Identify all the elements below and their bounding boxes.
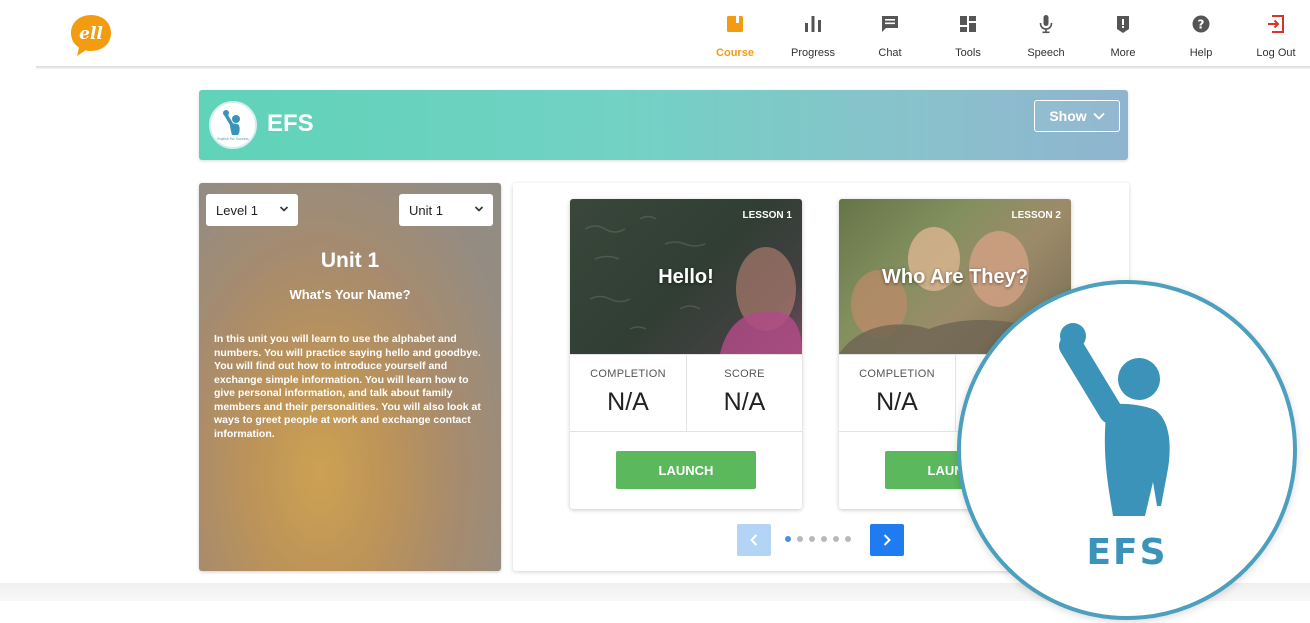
lesson-1-image: LESSON 1 Hello! — [570, 199, 802, 354]
banner-title: EFS — [267, 110, 314, 137]
show-button[interactable]: Show — [1034, 100, 1120, 132]
top-navbar: ell Course Progress Chat Tools Speech Mo… — [0, 0, 1310, 69]
completion-value: N/A — [876, 388, 918, 416]
pager-dot[interactable] — [797, 536, 803, 542]
chevron-right-icon — [883, 534, 891, 546]
score-label: SCORE — [724, 368, 765, 380]
nav-help-label: Help — [1189, 47, 1213, 59]
completion-label: COMPLETION — [590, 368, 666, 380]
chevron-down-icon — [1093, 112, 1105, 120]
microphone-icon — [1039, 15, 1053, 34]
logout-icon — [1268, 15, 1284, 33]
lesson-title: Hello! — [658, 266, 714, 288]
nav-logout[interactable]: Log Out — [1246, 14, 1306, 64]
tools-icon — [960, 16, 976, 32]
completion-value: N/A — [607, 388, 649, 416]
pager-dot[interactable] — [821, 536, 827, 542]
nav-course-label: Course — [716, 47, 754, 59]
unit-subtitle: What's Your Name? — [289, 287, 411, 302]
pager-dots — [785, 536, 851, 542]
efs-person-icon: English For Success — [217, 110, 249, 141]
lesson-number: LESSON 1 — [742, 210, 792, 221]
score-stat: SCORE N/A — [686, 355, 802, 431]
nav-more-label: More — [1110, 47, 1136, 59]
unit-description: In this unit you will learn to use the a… — [214, 333, 481, 440]
unit-card: Level 1 Unit 1 Unit 1 What's Your Name? … — [199, 183, 501, 571]
nav-chat[interactable]: Chat — [860, 14, 920, 64]
lesson-number: LESSON 2 — [1011, 210, 1061, 221]
lesson-card-1: LESSON 1 Hello! COMPLETION N/A SCORE N/A… — [570, 199, 802, 509]
help-icon: ? — [1192, 15, 1210, 33]
course-icon — [727, 16, 743, 32]
pager-dot[interactable] — [845, 536, 851, 542]
efs-logo: English For Success — [209, 101, 257, 149]
chat-icon — [882, 16, 898, 32]
badge-title: EFS — [1086, 532, 1168, 573]
main-nav: Course Progress Chat Tools Speech More ?… — [0, 14, 1310, 64]
pager-next-button[interactable] — [870, 524, 904, 556]
pager-dot[interactable] — [833, 536, 839, 542]
completion-stat: COMPLETION N/A — [839, 355, 955, 431]
show-button-label: Show — [1049, 108, 1087, 124]
nav-course[interactable]: Course — [705, 14, 765, 64]
nav-more[interactable]: More — [1093, 14, 1153, 64]
chevron-down-icon — [279, 206, 289, 212]
lesson-stats: COMPLETION N/A SCORE N/A — [570, 354, 802, 432]
pager-dot[interactable] — [785, 536, 791, 542]
nav-logout-label: Log Out — [1256, 47, 1296, 59]
pager-prev-button[interactable] — [737, 524, 771, 556]
nav-tools-label: Tools — [955, 47, 981, 59]
chevron-left-icon — [750, 534, 758, 546]
topbar-divider — [36, 66, 1310, 69]
pager-dot[interactable] — [809, 536, 815, 542]
level-select[interactable]: Level 1 — [206, 194, 298, 226]
efs-badge: EFS — [957, 280, 1297, 620]
page: ell Course Progress Chat Tools Speech Mo… — [0, 0, 1310, 623]
svg-text:English For Success: English For Success — [217, 137, 249, 141]
more-icon — [1117, 16, 1129, 33]
unit-select-value: Unit 1 — [409, 202, 443, 218]
nav-speech[interactable]: Speech — [1016, 14, 1076, 64]
nav-help[interactable]: ? Help — [1171, 14, 1231, 64]
completion-label: COMPLETION — [859, 368, 935, 380]
unit-title: Unit 1 — [320, 249, 380, 272]
nav-progress-label: Progress — [790, 47, 836, 59]
course-banner: English For Success EFS Show — [199, 90, 1128, 160]
nav-tools[interactable]: Tools — [938, 14, 998, 64]
level-select-value: Level 1 — [216, 202, 258, 218]
chevron-down-icon — [474, 206, 484, 212]
unit-select[interactable]: Unit 1 — [399, 194, 493, 226]
completion-stat: COMPLETION N/A — [570, 355, 686, 431]
nav-progress[interactable]: Progress — [783, 14, 843, 64]
nav-speech-label: Speech — [1027, 47, 1065, 59]
nav-chat-label: Chat — [878, 47, 902, 59]
svg-text:?: ? — [1198, 18, 1205, 32]
launch-button[interactable]: LAUNCH — [616, 451, 756, 489]
progress-icon — [805, 16, 821, 32]
score-value: N/A — [723, 388, 766, 416]
